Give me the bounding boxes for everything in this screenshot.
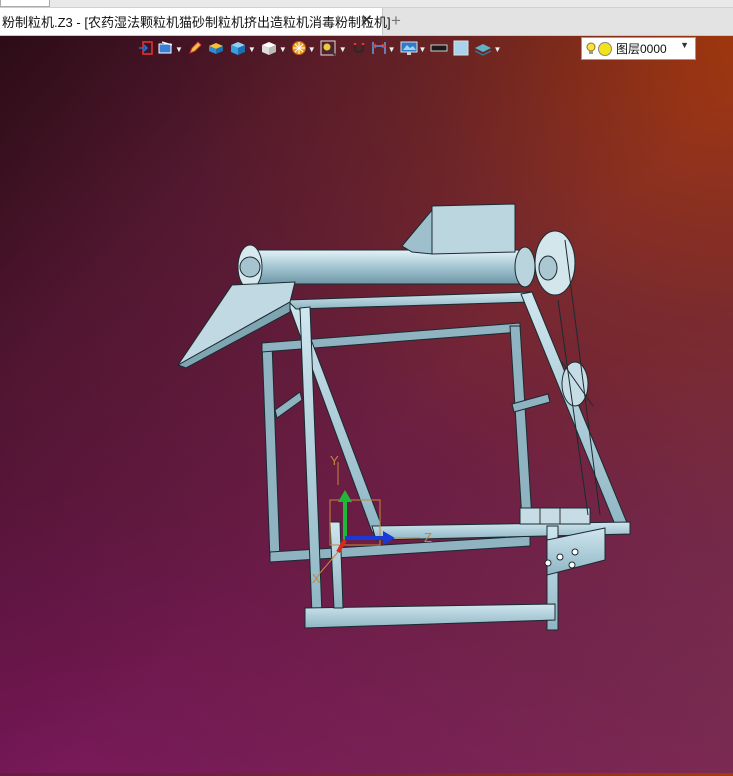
tab-bar: 粉制粒机.Z3 - [农药湿法颗粒机猫砂制粒机挤出造粒机消毒粉制粒机] ✕ + — [0, 8, 733, 36]
top-strip — [0, 0, 733, 8]
chute — [176, 281, 296, 369]
dimension-button[interactable]: ▼ — [371, 36, 396, 60]
3d-viewport[interactable]: Y Z X — [0, 62, 733, 773]
chevron-down-icon[interactable]: ▼ — [339, 45, 347, 54]
y-axis-label: Y — [330, 453, 339, 468]
cube-icon — [261, 42, 276, 55]
zoom-button[interactable]: ▼ — [320, 36, 347, 60]
exit-button[interactable] — [138, 36, 154, 60]
top-field[interactable] — [0, 0, 50, 7]
chevron-down-icon[interactable]: ▼ — [388, 45, 396, 54]
dimension-icon — [371, 42, 386, 54]
line-color-swatch — [430, 44, 448, 52]
exit-icon — [139, 41, 153, 55]
layer-name: 图层0000 — [616, 42, 667, 56]
bulb-icon[interactable] — [586, 42, 596, 56]
x-axis-label: X — [312, 571, 321, 586]
machine-model — [176, 203, 631, 631]
chevron-down-icon[interactable]: ▼ — [308, 45, 316, 54]
layer-stack-icon — [475, 44, 492, 56]
layer-stack-button[interactable]: ▼ — [474, 36, 501, 60]
close-icon[interactable]: ✕ — [360, 12, 373, 30]
model-view: Y Z X — [176, 203, 631, 631]
pencil-button[interactable] — [187, 36, 203, 60]
toolbar: ▼ ▼ ▼ ▼ ▼ ▼ ▼ ▼ — [138, 36, 505, 60]
solid-button[interactable]: ▼ — [229, 36, 256, 60]
dropdown-arrow-icon[interactable]: ▼ — [680, 40, 689, 50]
render-button[interactable] — [207, 36, 225, 60]
pulley-top — [534, 230, 576, 296]
zoom-icon — [320, 40, 336, 56]
chevron-down-icon[interactable]: ▼ — [493, 45, 501, 54]
solid-icon — [230, 42, 245, 55]
view-button[interactable]: ▼ — [158, 36, 183, 60]
wheel-button[interactable]: ▼ — [291, 36, 316, 60]
display-button[interactable]: ▼ — [400, 36, 427, 60]
fill-color-button[interactable] — [452, 36, 470, 60]
magnet-button[interactable] — [351, 36, 367, 60]
fill-color-swatch — [453, 40, 469, 56]
layer-selector[interactable]: 图层0000 ▼ — [581, 37, 696, 60]
wheel-icon — [291, 41, 306, 55]
display-icon — [400, 41, 418, 55]
add-tab-icon[interactable]: + — [391, 11, 401, 31]
z-axis-label: Z — [424, 530, 432, 545]
magnet-icon — [353, 43, 364, 54]
tab-title: 粉制粒机.Z3 - [农药湿法颗粒机猫砂制粒机挤出造粒机消毒粉制粒机] — [2, 15, 391, 30]
view-icon — [158, 41, 173, 54]
chevron-down-icon[interactable]: ▼ — [419, 45, 427, 54]
hopper — [401, 203, 516, 255]
chevron-down-icon[interactable]: ▼ — [175, 45, 183, 54]
chevron-down-icon[interactable]: ▼ — [279, 45, 287, 54]
cube-button[interactable]: ▼ — [260, 36, 287, 60]
line-color-button[interactable] — [430, 36, 448, 60]
pulley-mid — [561, 361, 589, 407]
chevron-down-icon[interactable]: ▼ — [248, 45, 256, 54]
render-icon — [208, 43, 223, 54]
layer-color-dot — [598, 41, 612, 56]
pencil-icon — [189, 41, 202, 54]
document-tab[interactable]: 粉制粒机.Z3 - [农药湿法颗粒机猫砂制粒机挤出造粒机消毒粉制粒机] ✕ — [0, 8, 391, 35]
